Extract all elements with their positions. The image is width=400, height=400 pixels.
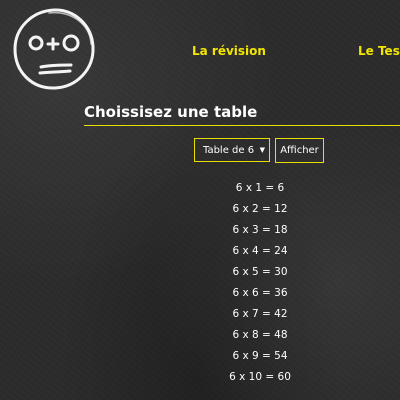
table-select[interactable]: Table de 6 ▼: [194, 138, 270, 162]
result-row: 6 x 2 = 12: [232, 203, 288, 215]
result-row: 6 x 6 = 36: [232, 287, 288, 299]
chevron-down-icon: ▼: [259, 146, 265, 154]
result-row: 6 x 3 = 18: [232, 224, 288, 236]
result-row: 6 x 10 = 60: [229, 371, 291, 383]
multiplication-results-list: 6 x 1 = 6 6 x 2 = 12 6 x 3 = 18 6 x 4 = …: [0, 178, 400, 388]
show-button[interactable]: Afficher: [275, 138, 324, 163]
result-row: 6 x 5 = 30: [232, 266, 288, 278]
result-row: 6 x 9 = 54: [232, 350, 288, 362]
nav-link-revision[interactable]: La révision: [192, 44, 266, 58]
table-select-value: Table de 6: [203, 144, 255, 156]
home-logo-link[interactable]: [11, 6, 97, 92]
result-row: 6 x 4 = 24: [232, 245, 288, 257]
page-title: Choissisez une table: [84, 103, 258, 121]
result-row: 6 x 7 = 42: [232, 308, 288, 320]
chalk-face-logo-icon: [13, 8, 95, 90]
title-underline: [84, 125, 400, 126]
result-row: 6 x 1 = 6: [235, 182, 285, 194]
result-row: 6 x 8 = 48: [232, 329, 288, 341]
nav-link-test[interactable]: Le Test: [358, 44, 400, 58]
